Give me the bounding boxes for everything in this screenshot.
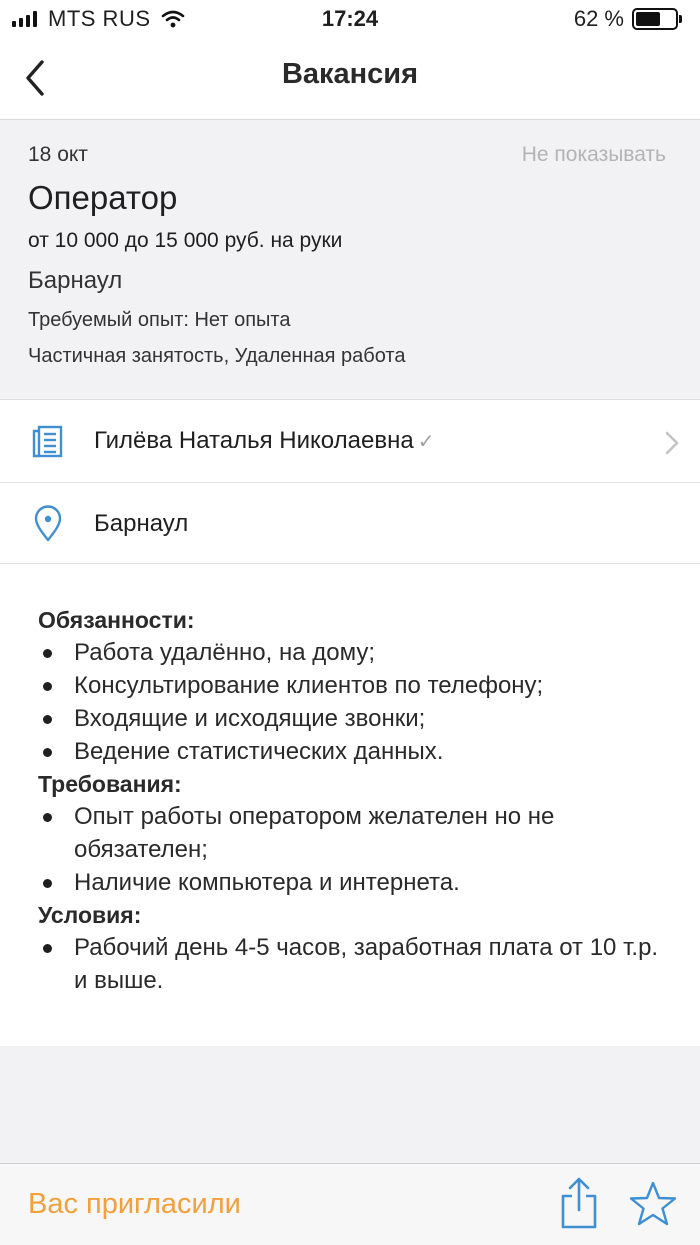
list-item: Работа удалённо, на дому; xyxy=(38,636,660,669)
bottom-bar: Вас пригласили xyxy=(0,1163,700,1245)
list-item: Консультирование клиентов по телефону; xyxy=(38,669,660,702)
chevron-right-icon xyxy=(665,431,679,455)
invitation-status: Вас пригласили xyxy=(28,1188,241,1220)
share-button[interactable] xyxy=(556,1176,602,1230)
list-item: Рабочий день 4-5 часов, заработная плата… xyxy=(38,931,660,997)
location-name: Барнаул xyxy=(94,510,189,537)
favorite-button[interactable] xyxy=(628,1180,678,1228)
duties-list: Работа удалённо, на дому; Консультирован… xyxy=(38,636,660,768)
hide-vacancy-button[interactable]: Не показывать xyxy=(522,143,666,167)
duties-heading: Обязанности: xyxy=(38,607,195,633)
requirements-heading: Требования: xyxy=(38,771,182,797)
employer-name: Гилёва Наталья Николаевна xyxy=(94,427,414,454)
list-item: Входящие и исходящие звонки; xyxy=(38,702,660,735)
status-bar: MTS RUS 17:24 62 % xyxy=(0,0,700,40)
location-pin-icon xyxy=(34,505,62,542)
list-item: Опыт работы оператором желателен но не о… xyxy=(38,800,660,866)
employer-row[interactable]: Гилёва Наталья Николаевна ✓ xyxy=(0,400,700,482)
nav-bar: Вакансия xyxy=(0,40,700,120)
employer-name-wrap: Гилёва Наталья Николаевна ✓ xyxy=(94,427,434,455)
verified-check-icon: ✓ xyxy=(417,431,435,453)
share-icon xyxy=(561,1177,597,1229)
building-icon xyxy=(32,425,63,458)
vacancy-experience: Требуемый опыт: Нет опыта xyxy=(28,309,291,331)
conditions-heading: Условия: xyxy=(38,902,142,928)
vacancy-summary: 18 окт Не показывать Оператор от 10 000 … xyxy=(0,121,700,400)
vacancy-employment: Частичная занятость, Удаленная работа xyxy=(28,345,406,367)
list-item: Наличие компьютера и интернета. xyxy=(38,866,660,899)
vacancy-date: 18 окт xyxy=(28,143,88,166)
vacancy-description: Обязанности: Работа удалённо, на дому; К… xyxy=(0,564,700,1046)
status-right: 62 % xyxy=(573,6,682,32)
info-list: Гилёва Наталья Николаевна ✓ Барнаул xyxy=(0,400,700,564)
vacancy-city: Барнаул xyxy=(28,267,123,294)
star-icon xyxy=(629,1181,677,1226)
battery-percent: 62 % xyxy=(573,6,624,31)
vacancy-salary: от 10 000 до 15 000 руб. на руки xyxy=(28,229,343,252)
conditions-list: Рабочий день 4-5 часов, заработная плата… xyxy=(38,931,660,997)
battery-icon xyxy=(632,8,682,30)
list-item: Ведение статистических данных. xyxy=(38,735,660,768)
vacancy-title: Оператор xyxy=(28,179,178,216)
battery-fill xyxy=(636,12,660,26)
page-title: Вакансия xyxy=(281,58,419,90)
requirements-list: Опыт работы оператором желателен но не о… xyxy=(38,800,660,899)
location-row[interactable]: Барнаул xyxy=(0,482,700,563)
